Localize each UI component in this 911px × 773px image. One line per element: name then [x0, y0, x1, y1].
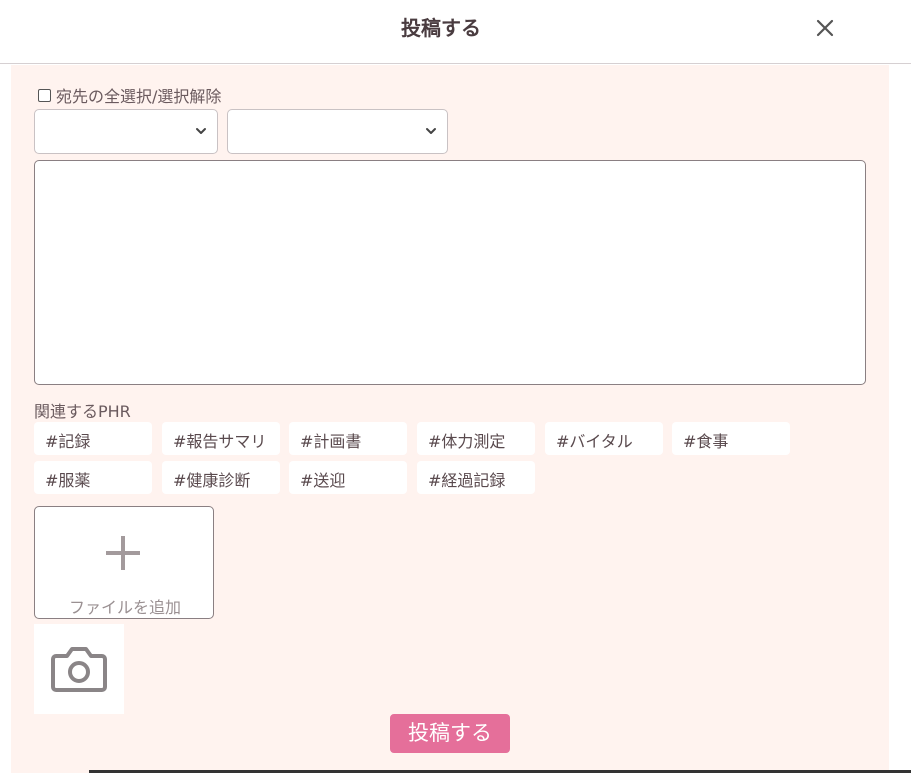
message-textarea[interactable] — [34, 160, 866, 385]
phr-tag-plan[interactable]: #計画書 — [289, 422, 407, 455]
close-button[interactable] — [811, 14, 839, 42]
phr-label: 関連するPHR — [34, 402, 131, 421]
modal-body: 宛先の全選択/選択解除 関連するPHR #記録 #報告サマリ #計画書 #体力測… — [11, 65, 889, 773]
right-gutter — [889, 65, 911, 773]
recipient-user-select[interactable] — [227, 109, 448, 154]
recipient-group-select[interactable] — [34, 109, 218, 154]
chevron-down-icon — [426, 128, 436, 134]
phr-tag-fitness[interactable]: #体力測定 — [417, 422, 535, 455]
plus-icon — [106, 536, 140, 570]
phr-tag-checkup[interactable]: #健康診断 — [162, 461, 280, 494]
modal-title: 投稿する — [401, 16, 481, 40]
submit-button[interactable]: 投稿する — [390, 714, 510, 753]
camera-icon — [51, 647, 107, 692]
select-all-label: 宛先の全選択/選択解除 — [56, 87, 222, 106]
phr-tag-meal[interactable]: #食事 — [672, 422, 790, 455]
phr-tag-report-summary[interactable]: #報告サマリ — [162, 422, 280, 455]
phr-tag-medication[interactable]: #服薬 — [34, 461, 152, 494]
select-all-checkbox[interactable] — [38, 88, 51, 102]
add-file-label: ファイルを追加 — [68, 598, 181, 617]
phr-tag-progress[interactable]: #経過記録 — [417, 461, 535, 494]
add-file-button[interactable]: ファイルを追加 — [34, 506, 214, 619]
phr-tag-vital[interactable]: #バイタル — [545, 422, 663, 455]
phr-tag-transport[interactable]: #送迎 — [289, 461, 407, 494]
camera-button[interactable] — [34, 624, 124, 714]
select-all-recipients[interactable]: 宛先の全選択/選択解除 — [38, 85, 222, 106]
close-icon[interactable] — [811, 14, 839, 42]
phr-tag-record[interactable]: #記録 — [34, 422, 152, 455]
chevron-down-icon — [196, 128, 206, 134]
modal-header: 投稿する — [0, 0, 911, 64]
